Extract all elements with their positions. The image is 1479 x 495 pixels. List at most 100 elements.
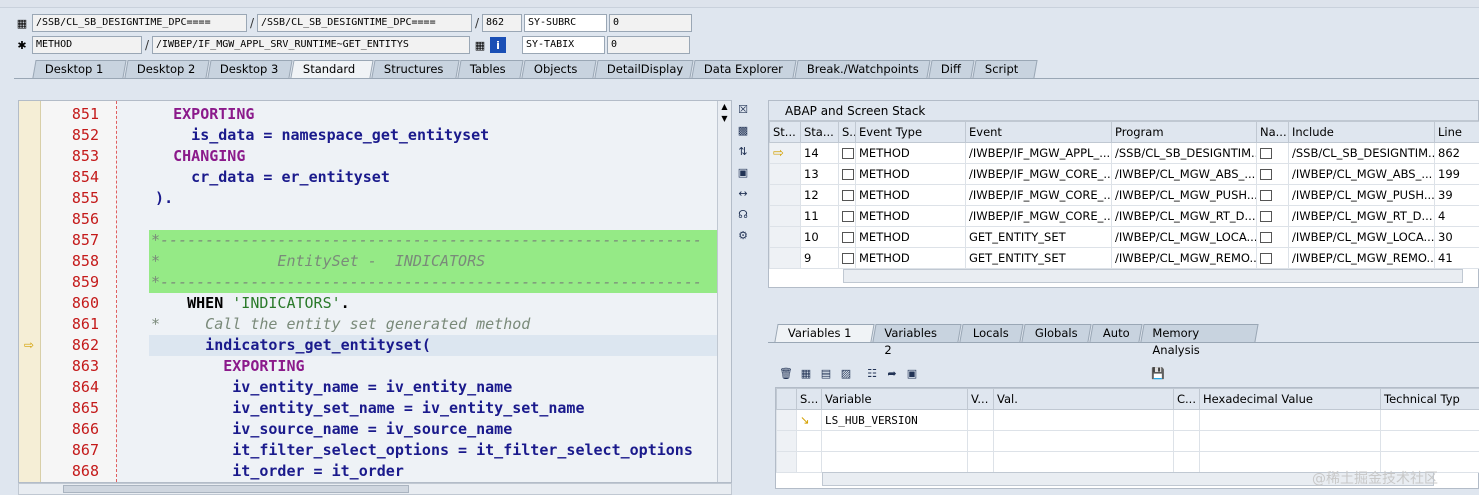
variable-column-header[interactable]: Val. xyxy=(993,388,1174,410)
sysvar-value-field[interactable]: 0 xyxy=(609,14,692,32)
code-line[interactable]: WHEN 'INDICATORS'. xyxy=(151,293,350,314)
stack-row[interactable]: 10 METHOD GET_ENTITY_SET/IWBEP/CL_MGW_LOCA… xyxy=(769,226,1479,248)
tab-globals[interactable]: Globals xyxy=(1021,324,1092,342)
sysvar-name-field[interactable]: SY-SUBRC xyxy=(524,14,607,32)
tab-standard[interactable]: Standard xyxy=(290,60,374,78)
code-line[interactable]: iv_source_name = iv_source_name xyxy=(151,419,512,440)
code-line[interactable]: cr_data = er_entityset xyxy=(137,167,390,188)
variable-cell[interactable] xyxy=(821,451,968,473)
code-line[interactable]: it_order = it_order xyxy=(151,461,404,482)
stack-column-header[interactable]: S... xyxy=(838,121,856,143)
tab-objects[interactable]: Objects xyxy=(521,60,597,78)
event-type-field[interactable]: METHOD xyxy=(32,36,142,54)
detail-icon[interactable]: ▦ xyxy=(798,366,814,382)
stack-column-header[interactable]: Program xyxy=(1111,121,1257,143)
display-object-icon[interactable]: ▦ xyxy=(472,37,488,53)
stack-column-header[interactable]: St... xyxy=(769,121,801,143)
code-area[interactable]: EXPORTING is_data = namespace_get_entity… xyxy=(137,101,731,482)
variable-column-header[interactable]: Technical Typ xyxy=(1380,388,1479,410)
stack-row[interactable]: 9 METHOD GET_ENTITY_SET/IWBEP/CL_MGW_REMO.… xyxy=(769,247,1479,269)
tab-variables-1[interactable]: Variables 1 xyxy=(774,324,875,342)
code-line[interactable]: iv_entity_name = iv_entity_name xyxy=(151,377,512,398)
maximize-icon[interactable]: ▣ xyxy=(735,165,751,181)
code-line[interactable]: * Call the entity set generated method xyxy=(151,314,530,335)
scroll-thumb[interactable] xyxy=(63,485,409,493)
include-field[interactable]: /SSB/CL_SB_DESIGNTIME_DPC==== xyxy=(257,14,472,32)
tab-script[interactable]: Script xyxy=(972,60,1038,78)
variable-cell[interactable]: LS_HUB_VERSION xyxy=(821,409,968,431)
stack-column-header[interactable]: Na... xyxy=(1256,121,1289,143)
folder-icon[interactable]: ▣ xyxy=(904,366,920,382)
navigate-source-icon[interactable] xyxy=(1260,232,1272,243)
stack-row[interactable]: ⇨ 14 METHOD/IWBEP/IF_MGW_APPL_.../SSB/CL_S… xyxy=(769,142,1479,164)
code-line[interactable]: iv_entity_set_name = iv_entity_set_name xyxy=(151,398,584,419)
variable-row[interactable] xyxy=(776,430,1479,452)
tab-variables-2[interactable]: Variables 2 xyxy=(872,324,962,357)
tab-memory-analysis[interactable]: Memory Analysis xyxy=(1140,324,1259,357)
variable-cell[interactable] xyxy=(821,430,968,452)
code-line[interactable]: EXPORTING xyxy=(151,356,304,377)
new-tool-icon[interactable]: ▩ xyxy=(735,123,751,139)
code-line[interactable]: ). xyxy=(137,188,173,209)
headset-icon[interactable]: ☊ xyxy=(735,207,751,223)
expand-width-icon[interactable]: ↔ xyxy=(735,186,751,202)
info-icon[interactable]: i xyxy=(490,37,506,53)
tab-breakpoints[interactable]: Break./Watchpoints xyxy=(794,60,931,78)
variable-column-header[interactable]: Hexadecimal Value xyxy=(1199,388,1381,410)
swap-tool-icon[interactable]: ⇅ xyxy=(735,144,751,160)
code-line[interactable]: it_filter_select_options = it_filter_sel… xyxy=(151,440,693,461)
scroll-up-icon[interactable]: ▲ xyxy=(718,101,731,113)
export-icon[interactable]: ▨ xyxy=(838,366,854,382)
sysvar-value-field-2[interactable]: 0 xyxy=(607,36,690,54)
tab-tables[interactable]: Tables xyxy=(457,60,524,78)
code-line[interactable]: EXPORTING xyxy=(137,104,254,125)
stack-column-header[interactable]: Line xyxy=(1434,121,1479,143)
stack-column-header[interactable]: Event xyxy=(965,121,1112,143)
delete-icon[interactable]: 🗑 xyxy=(778,366,794,382)
stack-horizontal-scrollbar[interactable] xyxy=(843,269,1463,283)
hierarchy-icon[interactable]: ☷ xyxy=(864,366,880,382)
navigate-source-icon[interactable] xyxy=(1260,148,1272,159)
line-field[interactable]: 862 xyxy=(482,14,522,32)
tab-desktop-3[interactable]: Desktop 3 xyxy=(207,60,293,78)
source-editor[interactable]: EXPORTING is_data = namespace_get_entity… xyxy=(18,100,732,483)
variable-column-header[interactable]: V... xyxy=(967,388,994,410)
tab-desktop-1[interactable]: Desktop 1 xyxy=(32,60,127,78)
sysvar-name-field-2[interactable]: SY-TABIX xyxy=(522,36,605,54)
code-line[interactable]: indicators_get_entityset( xyxy=(151,335,431,356)
editor-vertical-scrollbar[interactable]: ▲ ▼ xyxy=(717,101,731,482)
class-field[interactable]: /SSB/CL_SB_DESIGNTIME_DPC==== xyxy=(32,14,247,32)
tab-structures[interactable]: Structures xyxy=(371,60,460,78)
code-line[interactable]: *---------------------------------------… xyxy=(151,230,702,251)
navigate-source-icon[interactable] xyxy=(1260,211,1272,222)
code-line[interactable]: * EntitySet - INDICATORS xyxy=(151,251,485,272)
stack-column-header[interactable]: Sta... xyxy=(800,121,839,143)
tab-detaildisplay[interactable]: DetailDisplay xyxy=(594,60,694,78)
stack-row[interactable]: 12 METHOD/IWBEP/IF_MGW_CORE_.../IWBEP/CL_… xyxy=(769,184,1479,206)
variable-column-header[interactable]: Variable xyxy=(821,388,968,410)
editor-horizontal-scrollbar[interactable] xyxy=(18,483,732,495)
settings-tool-icon[interactable]: ⚙ xyxy=(735,228,751,244)
stack-column-header[interactable]: Include xyxy=(1288,121,1435,143)
code-line[interactable]: *---------------------------------------… xyxy=(151,272,702,293)
event-field[interactable]: /IWBEP/IF_MGW_APPL_SRV_RUNTIME~GET_ENTIT… xyxy=(152,36,470,54)
tab-diff[interactable]: Diff xyxy=(928,60,975,78)
tab-locals[interactable]: Locals xyxy=(959,324,1024,342)
list-icon[interactable]: ▤ xyxy=(818,366,834,382)
navigate-source-icon[interactable] xyxy=(1260,253,1272,264)
stack-row[interactable]: 11 METHOD/IWBEP/IF_MGW_CORE_.../IWBEP/CL_… xyxy=(769,205,1479,227)
navigate-source-icon[interactable] xyxy=(1260,169,1272,180)
navigate-source-icon[interactable] xyxy=(1260,190,1272,201)
variable-column-header[interactable]: S... xyxy=(796,388,822,410)
navigate-icon[interactable]: ➦ xyxy=(884,366,900,382)
tab-desktop-2[interactable]: Desktop 2 xyxy=(124,60,210,78)
variable-row[interactable]: ↘ LS_HUB_VERSION xyxy=(776,409,1479,431)
stack-row[interactable]: 13 METHOD/IWBEP/IF_MGW_CORE_.../IWBEP/CL_… xyxy=(769,163,1479,185)
code-line[interactable]: is_data = namespace_get_entityset xyxy=(137,125,489,146)
tab-data-explorer[interactable]: Data Explorer xyxy=(691,60,797,78)
breakpoint-gutter[interactable] xyxy=(19,101,41,482)
tab-auto[interactable]: Auto xyxy=(1089,324,1143,342)
save-icon[interactable]: 💾 xyxy=(1150,366,1166,382)
scroll-down-icon[interactable]: ▼ xyxy=(718,113,731,125)
variable-column-header[interactable]: C... xyxy=(1173,388,1200,410)
